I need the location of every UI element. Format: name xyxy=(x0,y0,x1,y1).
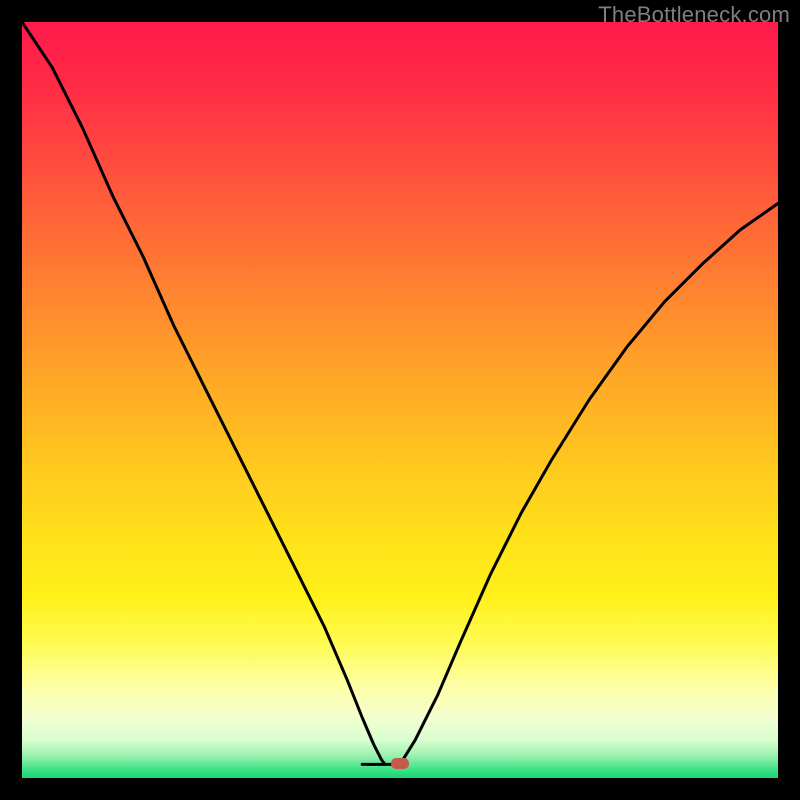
chart-frame: TheBottleneck.com xyxy=(0,0,800,800)
min-marker xyxy=(391,758,409,769)
curve-path xyxy=(22,22,778,764)
plot-area xyxy=(22,22,778,778)
bottleneck-curve xyxy=(22,22,778,778)
